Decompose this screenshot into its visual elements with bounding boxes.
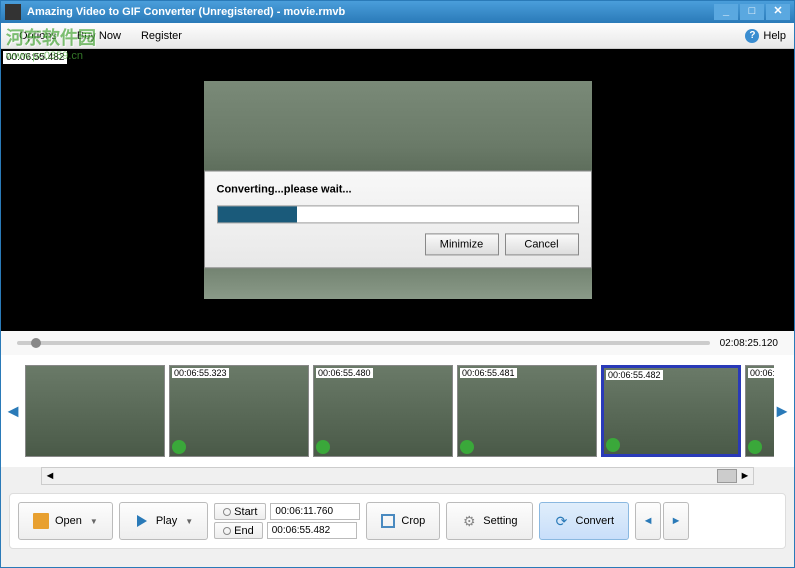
play-icon	[137, 515, 147, 527]
close-window-button[interactable]: ✕	[766, 4, 790, 20]
dot-icon	[223, 527, 231, 535]
minimize-window-button[interactable]: _	[714, 4, 738, 20]
start-label: Start	[234, 506, 257, 518]
thumbnail-5[interactable]: 00:06:55.482	[745, 365, 774, 457]
thumb-image	[458, 366, 596, 456]
thumb-image	[314, 366, 452, 456]
chevron-down-icon: ▼	[185, 517, 193, 526]
seek-thumb[interactable]	[31, 338, 41, 348]
time-range-group: Start End	[214, 503, 360, 539]
setting-label: Setting	[483, 515, 517, 527]
crop-button[interactable]: Crop	[366, 502, 440, 540]
end-label: End	[234, 525, 254, 537]
convert-label: Convert	[576, 515, 615, 527]
help-label: Help	[763, 30, 786, 42]
bottom-toolbar: Open ▼ Play ▼ Start End	[9, 493, 786, 549]
thumbnail-3[interactable]: 00:06:55.481	[457, 365, 597, 457]
thumbnails-container: 00:06:55.323 00:06:55.480 00:06:55.481 00:0…	[21, 365, 774, 457]
thumb-prev-button[interactable]: ◄	[5, 381, 21, 441]
menu-help[interactable]: ? Help	[745, 29, 786, 43]
progress-bar	[217, 205, 579, 223]
help-icon: ?	[745, 29, 759, 43]
converting-dialog: Converting...please wait... Minimize Can…	[204, 170, 592, 268]
open-button[interactable]: Open ▼	[18, 502, 113, 540]
play-label: Play	[156, 515, 177, 527]
setting-button[interactable]: ⚙ Setting	[446, 502, 532, 540]
end-button[interactable]: End	[214, 522, 263, 539]
check-icon	[316, 440, 330, 454]
window-title: Amazing Video to GIF Converter (Unregist…	[27, 6, 712, 18]
thumbnail-1[interactable]: 00:06:55.323	[169, 365, 309, 457]
thumb-image	[26, 366, 164, 456]
next-button[interactable]: ►	[663, 502, 689, 540]
seekbar: 02:08:25.120	[1, 331, 794, 355]
thumbnail-4[interactable]: 00:06:55.482	[601, 365, 741, 457]
thumb-timestamp: 00:06:55.482	[748, 368, 774, 378]
thumbnail-2[interactable]: 00:06:55.480	[313, 365, 453, 457]
menubar: Options Buy Now Register ? Help	[1, 23, 794, 49]
titlebar: Amazing Video to GIF Converter (Unregist…	[1, 1, 794, 23]
app-icon	[5, 4, 21, 20]
scroll-right-button[interactable]: ►	[737, 470, 753, 482]
gear-icon: ⚙	[461, 513, 477, 529]
horizontal-scrollbar[interactable]: ◄ ►	[41, 467, 754, 485]
video-duration: 02:08:25.120	[720, 338, 778, 349]
prev-button[interactable]: ◄	[635, 502, 661, 540]
seek-track[interactable]	[17, 341, 710, 345]
menu-options[interactable]: Options	[9, 26, 67, 46]
cancel-button[interactable]: Cancel	[505, 233, 579, 255]
check-icon	[460, 440, 474, 454]
play-button[interactable]: Play ▼	[119, 502, 208, 540]
progress-fill	[218, 206, 297, 222]
thumb-image	[170, 366, 308, 456]
chevron-down-icon: ▼	[90, 517, 98, 526]
thumbnail-0[interactable]	[25, 365, 165, 457]
menu-buynow[interactable]: Buy Now	[67, 26, 131, 46]
convert-icon: ⟳	[554, 513, 570, 529]
convert-button[interactable]: ⟳ Convert	[539, 502, 630, 540]
thumbnail-strip: ◄ 00:06:55.32300:06:55.48000:06:55.48100…	[1, 355, 794, 467]
video-preview: 00:06:55.482 Converting...please wait...…	[1, 49, 794, 331]
minimize-button[interactable]: Minimize	[425, 233, 499, 255]
start-time-input[interactable]	[270, 503, 360, 520]
folder-icon	[33, 513, 49, 529]
end-time-input[interactable]	[267, 522, 357, 539]
app-window: Amazing Video to GIF Converter (Unregist…	[0, 0, 795, 568]
thumb-timestamp: 00:06:55.482	[606, 370, 663, 380]
thumb-timestamp: 00:06:55.323	[172, 368, 229, 378]
check-icon	[606, 438, 620, 452]
scroll-track[interactable]	[58, 469, 737, 483]
check-icon	[172, 440, 186, 454]
scroll-handle[interactable]	[717, 469, 737, 483]
preview-timestamp: 00:06:55.482	[3, 51, 67, 64]
thumb-timestamp: 00:06:55.480	[316, 368, 373, 378]
start-button[interactable]: Start	[214, 503, 266, 520]
check-icon	[748, 440, 762, 454]
menu-register[interactable]: Register	[131, 26, 192, 46]
crop-label: Crop	[401, 515, 425, 527]
thumb-next-button[interactable]: ►	[774, 381, 790, 441]
thumb-image	[604, 368, 738, 454]
scroll-left-button[interactable]: ◄	[42, 470, 58, 482]
crop-icon	[381, 514, 395, 528]
thumb-timestamp: 00:06:55.481	[460, 368, 517, 378]
dot-icon	[223, 508, 231, 516]
dialog-message: Converting...please wait...	[217, 183, 579, 195]
open-label: Open	[55, 515, 82, 527]
maximize-window-button[interactable]: □	[740, 4, 764, 20]
